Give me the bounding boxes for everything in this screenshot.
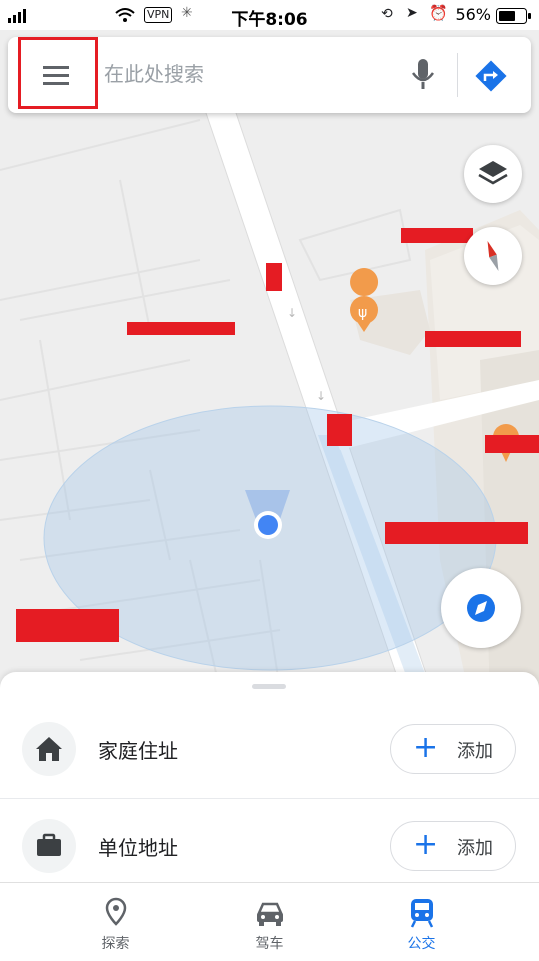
redacted-carrier — [38, 3, 106, 27]
search-input[interactable] — [104, 59, 394, 89]
home-icon-bg — [22, 722, 76, 776]
tab-explore-label: 探索 — [101, 936, 130, 952]
tab-transit[interactable]: 公交 — [332, 883, 511, 961]
add-home-button[interactable]: + 添加 — [390, 724, 516, 774]
redacted-label — [401, 228, 473, 243]
home-label: 家庭住址 — [98, 739, 178, 763]
briefcase-icon — [37, 833, 61, 856]
alarm-icon: ⏰ — [429, 4, 448, 22]
train-icon — [410, 899, 434, 928]
road-direction-arrow: ↓ — [316, 389, 326, 403]
my-location-button[interactable] — [441, 568, 521, 648]
redacted-label — [425, 331, 521, 347]
list-item-work[interactable]: 单位地址 + 添加 — [0, 799, 539, 882]
tab-explore[interactable]: 探索 — [26, 883, 205, 961]
sheet-drag-handle[interactable] — [252, 684, 286, 689]
my-location-dot — [258, 515, 278, 535]
location-pin-icon — [105, 897, 127, 926]
battery-icon — [496, 8, 531, 24]
compass-icon — [487, 240, 499, 272]
directions-icon[interactable] — [474, 59, 508, 93]
add-work-label: 添加 — [457, 838, 493, 859]
layers-button[interactable] — [464, 145, 522, 203]
my-location-icon — [467, 594, 495, 622]
microphone-icon[interactable] — [410, 57, 436, 93]
add-home-label: 添加 — [457, 741, 493, 762]
redacted-label — [127, 322, 235, 335]
work-label: 单位地址 — [98, 836, 178, 860]
location-arrow-icon: ➤ — [406, 5, 418, 21]
svg-text:ψ: ψ — [358, 305, 367, 321]
rotation-lock-icon: ⟲ — [381, 6, 393, 22]
home-icon — [36, 737, 62, 761]
redacted-label — [266, 263, 282, 291]
add-work-button[interactable]: + 添加 — [390, 821, 516, 871]
redacted-label — [485, 435, 539, 453]
road-direction-arrow: ↓ — [287, 306, 297, 320]
layers-icon — [478, 161, 508, 185]
compass-button[interactable] — [464, 227, 522, 285]
bottom-tab-bar: 探索 驾车 公交 — [0, 882, 539, 961]
work-icon-bg — [22, 819, 76, 873]
menu-button[interactable] — [18, 37, 98, 109]
bottom-sheet[interactable]: 家庭住址 + 添加 单位地址 + 添加 — [0, 672, 539, 882]
plus-icon: + — [413, 730, 439, 765]
redacted-label — [327, 414, 352, 446]
list-item-home[interactable]: 家庭住址 + 添加 — [0, 700, 539, 798]
search-bar[interactable] — [8, 37, 531, 113]
battery-percent: 56% — [455, 5, 491, 24]
plus-icon: + — [413, 827, 439, 862]
tab-transit-label: 公交 — [407, 936, 436, 952]
redacted-label — [385, 522, 528, 544]
redacted-label — [16, 609, 119, 642]
menu-icon — [43, 66, 69, 85]
search-divider — [457, 53, 458, 97]
car-icon — [257, 902, 283, 926]
